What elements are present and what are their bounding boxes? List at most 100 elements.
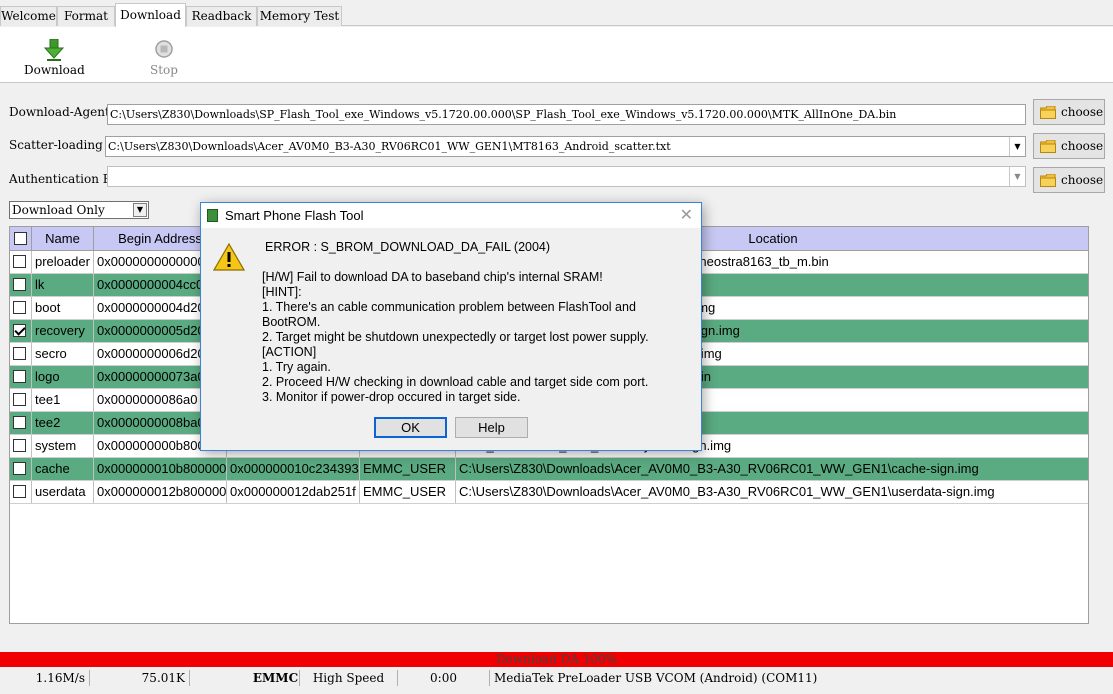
row-checkbox[interactable] (13, 485, 26, 498)
cell-name: userdata (32, 481, 94, 503)
row-checkbox[interactable] (13, 416, 26, 429)
scatter-file-value: C:\Users\Z830\Downloads\Acer_AV0M0_B3-A3… (108, 140, 671, 153)
status-storage: EMMC (252, 670, 300, 686)
download-mode-select[interactable]: Download Only ▼ (9, 201, 149, 219)
row-checkbox[interactable] (13, 255, 26, 268)
cell-begin: 0x000000012b800000 (94, 481, 227, 503)
download-agent-field[interactable]: C:\Users\Z830\Downloads\SP_Flash_Tool_ex… (107, 104, 1026, 125)
chevron-down-icon[interactable]: ▼ (1009, 137, 1025, 156)
row-checkbox[interactable] (13, 278, 26, 291)
cell-end: 0x000000012dab251f (227, 481, 360, 503)
row-checkbox-cell (10, 274, 32, 296)
row-checkbox-cell (10, 412, 32, 434)
folder-icon (1040, 139, 1056, 153)
choose-auth-button[interactable]: choose (1033, 167, 1105, 193)
choose-scatter-button[interactable]: choose (1033, 133, 1105, 159)
progress-bar: Download DA 100% (0, 652, 1113, 667)
download-agent-label: Download-Agent (9, 105, 110, 119)
choose-download-agent-button[interactable]: choose (1033, 99, 1105, 125)
folder-icon (1040, 173, 1056, 187)
tab-download[interactable]: Download (115, 3, 186, 27)
tab-format[interactable]: Format (57, 6, 115, 26)
chevron-down-icon[interactable]: ▼ (133, 203, 147, 217)
stop-button-label: Stop (150, 63, 178, 77)
row-checkbox[interactable] (13, 347, 26, 360)
row-checkbox-cell (10, 320, 32, 342)
cell-name: lk (32, 274, 94, 296)
status-usb-speed: High Speed (300, 670, 398, 686)
row-checkbox-cell (10, 251, 32, 273)
toolbar: Download Stop (0, 27, 1113, 83)
table-row[interactable]: userdata 0x000000012b800000 0x000000012dab… (10, 481, 1088, 504)
status-port: MediaTek PreLoader USB VCOM (Android) (C… (494, 671, 818, 685)
download-mode-value: Download Only (12, 203, 105, 217)
help-button[interactable]: Help (455, 417, 528, 438)
status-speed: 1.16M/s (0, 670, 90, 686)
cell-name: logo (32, 366, 94, 388)
dialog-line: 1. There's an cable communication proble… (262, 300, 636, 314)
header-name[interactable]: Name (32, 227, 94, 250)
dialog-line: [ACTION] (262, 345, 317, 359)
stop-button[interactable]: Stop (134, 39, 194, 77)
dialog-line: [H/W] Fail to download DA to baseband ch… (262, 270, 603, 284)
row-checkbox[interactable] (13, 462, 26, 475)
row-checkbox-cell (10, 435, 32, 457)
stop-icon (155, 40, 173, 58)
tab-welcome[interactable]: Welcome (0, 6, 57, 26)
status-time: 0:00 (398, 670, 490, 686)
download-button[interactable]: Download (24, 39, 85, 77)
tab-bar: Welcome Format Download Readback Memory … (0, 0, 1113, 27)
error-dialog: Smart Phone Flash Tool ✕ ERROR : S_BROM_… (200, 202, 702, 451)
warning-icon (213, 242, 245, 271)
cell-name: secro (32, 343, 94, 365)
table-row[interactable]: cache 0x000000010b800000 0x000000010c23439… (10, 458, 1088, 481)
close-icon[interactable]: ✕ (680, 203, 693, 228)
flash-tool-window: Welcome Format Download Readback Memory … (0, 0, 1113, 694)
cell-location: C:\Users\Z830\Downloads\Acer_AV0M0_B3-A3… (459, 461, 979, 476)
dialog-line: 1. Try again. (262, 360, 331, 374)
dialog-line: [HINT]: (262, 285, 302, 299)
tab-readback[interactable]: Readback (186, 6, 257, 26)
row-checkbox-cell (10, 343, 32, 365)
select-all-cell (10, 227, 32, 250)
row-checkbox[interactable] (13, 393, 26, 406)
status-bar: 1.16M/s 75.01K EMMC High Speed 0:00 Medi… (0, 668, 1113, 688)
auth-file-combo[interactable]: ▼ (107, 166, 1026, 187)
dialog-title: Smart Phone Flash Tool (225, 208, 364, 223)
choose-label: choose (1061, 173, 1104, 187)
cell-end: 0x000000010c234393 (227, 458, 360, 480)
select-all-checkbox[interactable] (14, 232, 27, 245)
tab-memory-test[interactable]: Memory Test (257, 6, 342, 26)
ok-button[interactable]: OK (374, 417, 447, 438)
cell-name: tee2 (32, 412, 94, 434)
dialog-line: 3. Monitor if power-drop occured in targ… (262, 390, 521, 404)
row-checkbox[interactable] (13, 324, 26, 337)
choose-label: choose (1061, 139, 1104, 153)
app-icon (207, 209, 218, 222)
row-checkbox[interactable] (13, 370, 26, 383)
cell-name: boot (32, 297, 94, 319)
cell-location: C:\Users\Z830\Downloads\Acer_AV0M0_B3-A3… (459, 484, 995, 499)
scatter-file-combo[interactable]: C:\Users\Z830\Downloads\Acer_AV0M0_B3-A3… (105, 136, 1026, 157)
cell-name: cache (32, 458, 94, 480)
cell-name: preloader (32, 251, 94, 273)
download-arrow-icon (44, 39, 64, 61)
row-checkbox-cell (10, 389, 32, 411)
row-checkbox[interactable] (13, 439, 26, 452)
row-checkbox-cell (10, 297, 32, 319)
dialog-title-bar: Smart Phone Flash Tool ✕ (201, 203, 701, 228)
row-checkbox-cell (10, 458, 32, 480)
status-size: 75.01K (90, 670, 190, 686)
row-checkbox-cell (10, 481, 32, 503)
row-checkbox-cell (10, 366, 32, 388)
dialog-error-code: ERROR : S_BROM_DOWNLOAD_DA_FAIL (2004) (265, 240, 551, 254)
row-checkbox[interactable] (13, 301, 26, 314)
chevron-down-icon[interactable]: ▼ (1009, 167, 1025, 186)
cell-region: EMMC_USER (360, 458, 456, 480)
download-button-label: Download (24, 63, 85, 77)
cell-name: recovery (32, 320, 94, 342)
status-spacer (190, 670, 252, 686)
dialog-line: 2. Target might be shutdown unexpectedly… (262, 330, 649, 344)
cell-name: system (32, 435, 94, 457)
folder-icon (1040, 105, 1056, 119)
